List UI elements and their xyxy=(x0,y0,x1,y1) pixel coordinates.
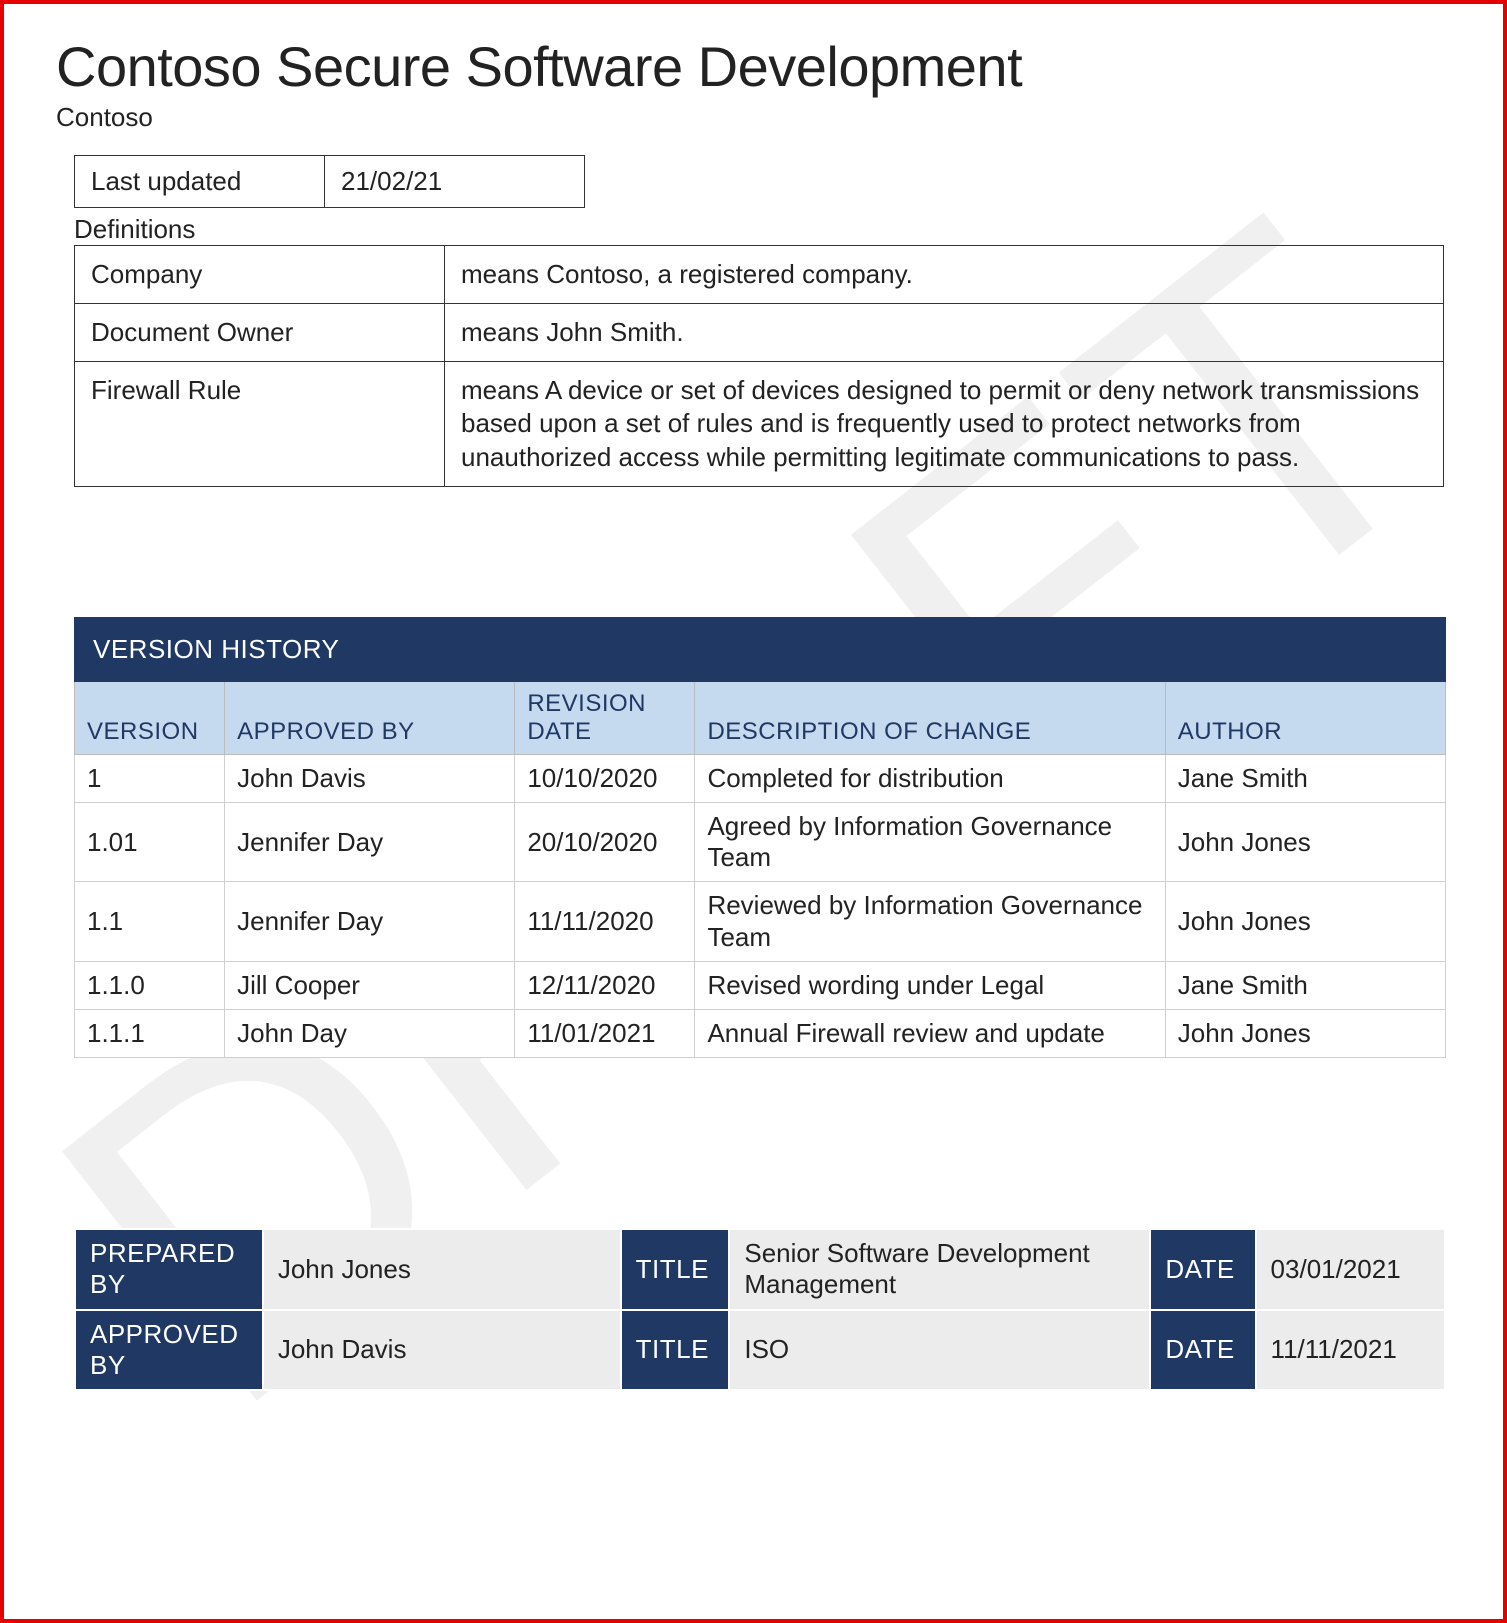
cell-description: Revised wording under Legal xyxy=(695,961,1165,1009)
last-updated-label: Last updated xyxy=(75,155,325,207)
cell-revision-date: 11/01/2021 xyxy=(515,1010,695,1058)
signoff-row-prepared: PREPARED BY John Jones TITLE Senior Soft… xyxy=(75,1229,1445,1309)
cell-revision-date: 20/10/2020 xyxy=(515,803,695,882)
version-history-title-row: VERSION HISTORY xyxy=(75,617,1446,681)
approved-by-label: APPROVED BY xyxy=(75,1310,263,1390)
cell-author: John Jones xyxy=(1165,882,1445,961)
definition-desc: means A device or set of devices designe… xyxy=(445,362,1444,487)
cell-author: Jane Smith xyxy=(1165,754,1445,802)
version-history-table: VERSION HISTORY VERSION APPROVED BY REVI… xyxy=(74,617,1446,1058)
definition-term: Company xyxy=(75,245,445,303)
document-frame: DRAFT Contoso Secure Software Developmen… xyxy=(0,0,1507,1623)
last-updated-value: 21/02/21 xyxy=(325,155,585,207)
date-label: DATE xyxy=(1150,1310,1255,1390)
version-history-title: VERSION HISTORY xyxy=(75,617,1446,681)
cell-approved-by: John Davis xyxy=(225,754,515,802)
table-row: 1.1 Jennifer Day 11/11/2020 Reviewed by … xyxy=(75,882,1446,961)
col-version: VERSION xyxy=(75,681,225,754)
cell-author: John Jones xyxy=(1165,1010,1445,1058)
table-row: 1.01 Jennifer Day 20/10/2020 Agreed by I… xyxy=(75,803,1446,882)
title-label: TITLE xyxy=(621,1229,730,1309)
cell-version: 1.1 xyxy=(75,882,225,961)
definitions-heading: Definitions xyxy=(74,214,1451,245)
definition-desc: means John Smith. xyxy=(445,303,1444,361)
title-label: TITLE xyxy=(621,1310,730,1390)
table-row: Company means Contoso, a registered comp… xyxy=(75,245,1444,303)
cell-revision-date: 12/11/2020 xyxy=(515,961,695,1009)
cell-author: John Jones xyxy=(1165,803,1445,882)
col-description: DESCRIPTION OF CHANGE xyxy=(695,681,1165,754)
cell-author: Jane Smith xyxy=(1165,961,1445,1009)
table-row: Document Owner means John Smith. xyxy=(75,303,1444,361)
date-label: DATE xyxy=(1150,1229,1255,1309)
col-revision-date: REVISION DATE xyxy=(515,681,695,754)
definition-desc: means Contoso, a registered company. xyxy=(445,245,1444,303)
cell-approved-by: Jill Cooper xyxy=(225,961,515,1009)
cell-version: 1.01 xyxy=(75,803,225,882)
signoff-table: PREPARED BY John Jones TITLE Senior Soft… xyxy=(74,1228,1446,1391)
table-row: Last updated 21/02/21 xyxy=(75,155,585,207)
cell-description: Annual Firewall review and update xyxy=(695,1010,1165,1058)
cell-description: Completed for distribution xyxy=(695,754,1165,802)
cell-version: 1.1.0 xyxy=(75,961,225,1009)
table-row: 1.1.0 Jill Cooper 12/11/2020 Revised wor… xyxy=(75,961,1446,1009)
prepared-by-name: John Jones xyxy=(263,1229,621,1309)
cell-approved-by: John Day xyxy=(225,1010,515,1058)
table-row: 1 John Davis 10/10/2020 Completed for di… xyxy=(75,754,1446,802)
version-history-columns: VERSION APPROVED BY REVISION DATE DESCRI… xyxy=(75,681,1446,754)
definition-term: Document Owner xyxy=(75,303,445,361)
page-title: Contoso Secure Software Development xyxy=(56,36,1451,98)
prepared-by-label: PREPARED BY xyxy=(75,1229,263,1309)
cell-revision-date: 11/11/2020 xyxy=(515,882,695,961)
approved-by-name: John Davis xyxy=(263,1310,621,1390)
cell-revision-date: 10/10/2020 xyxy=(515,754,695,802)
page-subtitle: Contoso xyxy=(56,102,1451,133)
document-content: Contoso Secure Software Development Cont… xyxy=(56,36,1451,1391)
cell-version: 1 xyxy=(75,754,225,802)
cell-description: Agreed by Information Governance Team xyxy=(695,803,1165,882)
definition-term: Firewall Rule xyxy=(75,362,445,487)
col-author: AUTHOR xyxy=(1165,681,1445,754)
cell-approved-by: Jennifer Day xyxy=(225,803,515,882)
approved-by-date: 11/11/2021 xyxy=(1256,1310,1445,1390)
meta-table: Last updated 21/02/21 xyxy=(74,155,585,208)
approved-by-title: ISO xyxy=(729,1310,1150,1390)
signoff-row-approved: APPROVED BY John Davis TITLE ISO DATE 11… xyxy=(75,1310,1445,1390)
cell-approved-by: Jennifer Day xyxy=(225,882,515,961)
definitions-table: Company means Contoso, a registered comp… xyxy=(74,245,1444,487)
table-row: 1.1.1 John Day 11/01/2021 Annual Firewal… xyxy=(75,1010,1446,1058)
table-row: Firewall Rule means A device or set of d… xyxy=(75,362,1444,487)
col-approved-by: APPROVED BY xyxy=(225,681,515,754)
cell-version: 1.1.1 xyxy=(75,1010,225,1058)
cell-description: Reviewed by Information Governance Team xyxy=(695,882,1165,961)
prepared-by-date: 03/01/2021 xyxy=(1256,1229,1445,1309)
prepared-by-title: Senior Software Development Management xyxy=(729,1229,1150,1309)
